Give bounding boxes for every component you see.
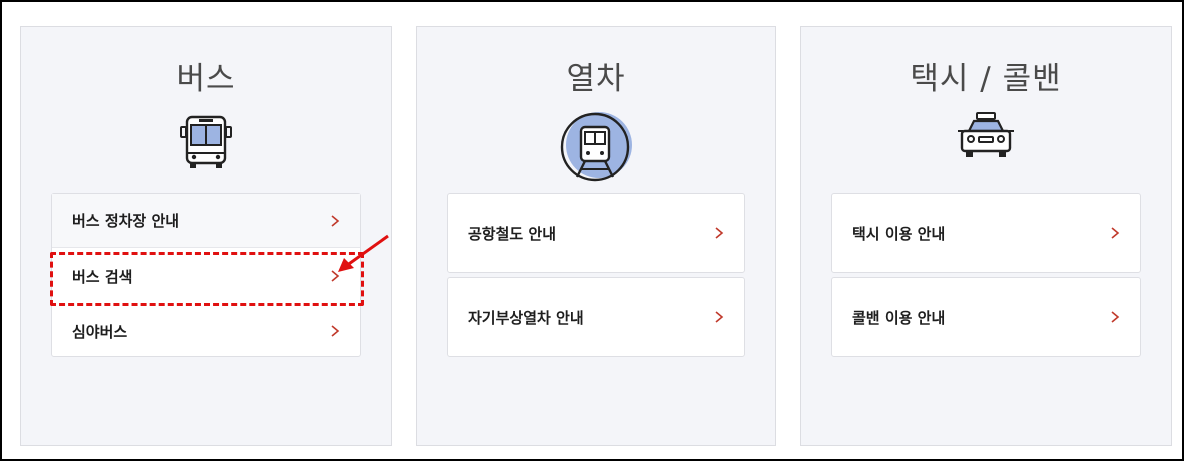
call-van-usage-label: 콜밴 이용 안내	[852, 308, 946, 327]
airport-railroad-card[interactable]: 공항철도 안내	[447, 193, 745, 273]
taxi-usage-card[interactable]: 택시 이용 안내	[831, 193, 1141, 273]
maglev-train-label: 자기부상열차 안내	[468, 308, 584, 327]
taxi-usage-label: 택시 이용 안내	[852, 224, 946, 243]
taxi-panel-title: 택시 / 콜밴	[910, 61, 1062, 97]
bus-panel-title: 버스	[176, 61, 236, 97]
taxi-icon	[958, 112, 1014, 157]
call-van-usage-card[interactable]: 콜밴 이용 안내	[831, 277, 1141, 357]
chevron-right-icon	[1111, 227, 1120, 239]
chevron-right-icon	[331, 325, 340, 337]
taxi-panel: 택시 / 콜밴 택시 이용 안내 콜밴 이용 안내	[800, 26, 1172, 446]
night-bus-item[interactable]: 심야버스	[52, 304, 360, 358]
chevron-right-icon	[715, 227, 724, 239]
chevron-right-icon	[715, 311, 724, 323]
bus-search-item[interactable]: 버스 검색	[52, 249, 360, 303]
night-bus-label: 심야버스	[72, 322, 128, 341]
bus-stop-info-item[interactable]: 버스 정차장 안내	[52, 194, 360, 248]
bus-stop-info-label: 버스 정차장 안내	[72, 212, 180, 230]
bus-search-label: 버스 검색	[72, 267, 133, 286]
bus-icon	[180, 115, 232, 168]
train-panel-title: 열차	[566, 61, 626, 97]
bus-menu-list: 버스 정차장 안내 버스 검색 심야버스	[51, 193, 361, 357]
maglev-train-card[interactable]: 자기부상열차 안내	[447, 277, 745, 357]
bus-panel: 버스 버스 정차장 안내 버스 검색 심야버스	[20, 26, 392, 446]
chevron-right-icon	[331, 214, 340, 227]
window-frame: 버스 버스 정차장 안내 버스 검색 심야버스 열차 공항철도 안내 자기부상열…	[0, 0, 1184, 461]
airport-railroad-label: 공항철도 안내	[468, 224, 557, 243]
train-icon	[560, 112, 632, 182]
train-panel: 열차 공항철도 안내 자기부상열차 안내	[416, 26, 776, 446]
chevron-right-icon	[331, 270, 340, 282]
chevron-right-icon	[1111, 311, 1120, 323]
